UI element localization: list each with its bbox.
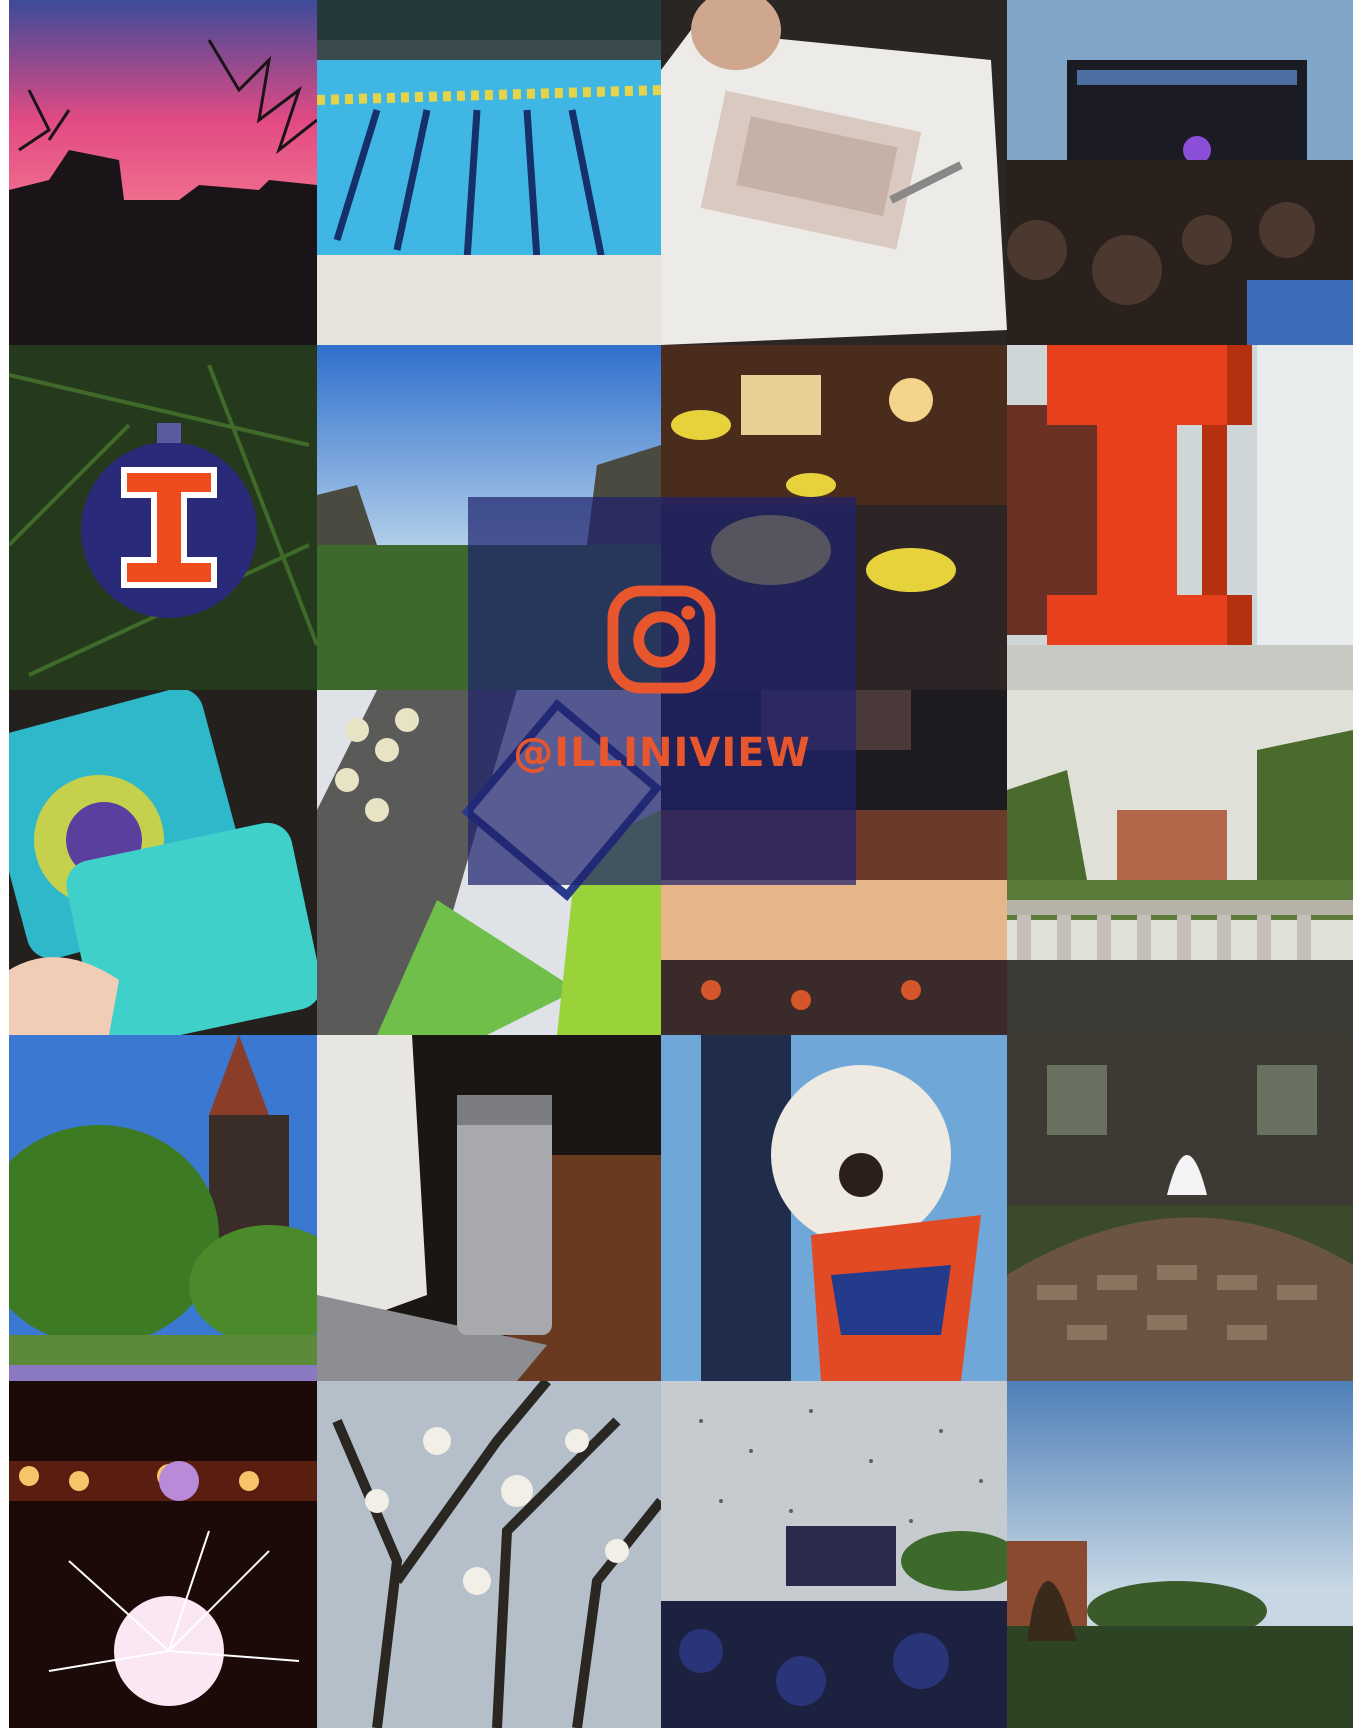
- photo-altgeld-tower: [9, 1035, 317, 1381]
- photo-block-i-ornament: [9, 345, 317, 690]
- photo-graduation-confetti: [661, 1381, 1007, 1728]
- photo-swimming-pool: [317, 0, 661, 345]
- instagram-icon[interactable]: [607, 585, 716, 694]
- photo-block-i-sculpture: [1007, 345, 1353, 690]
- photo-quad-balustrade: [1007, 690, 1353, 1035]
- photo-mcb-cookies: [9, 690, 317, 1035]
- photo-alma-mater-dusk: [1007, 1381, 1353, 1728]
- photo-sunset-silhouette: [9, 0, 317, 345]
- photo-sketchbook-drawing: [661, 0, 1007, 345]
- photo-sparkler-night: [9, 1381, 317, 1728]
- instagram-handle[interactable]: @ILLINIVIEW: [468, 730, 856, 776]
- photo-dog-in-bandana: [661, 1035, 1007, 1381]
- photo-fountain: [1007, 1035, 1353, 1381]
- photo-blossoming-tree: [317, 1381, 661, 1728]
- photo-laptop-tumbler: [317, 1035, 661, 1381]
- photo-outdoor-concert: [1007, 0, 1353, 345]
